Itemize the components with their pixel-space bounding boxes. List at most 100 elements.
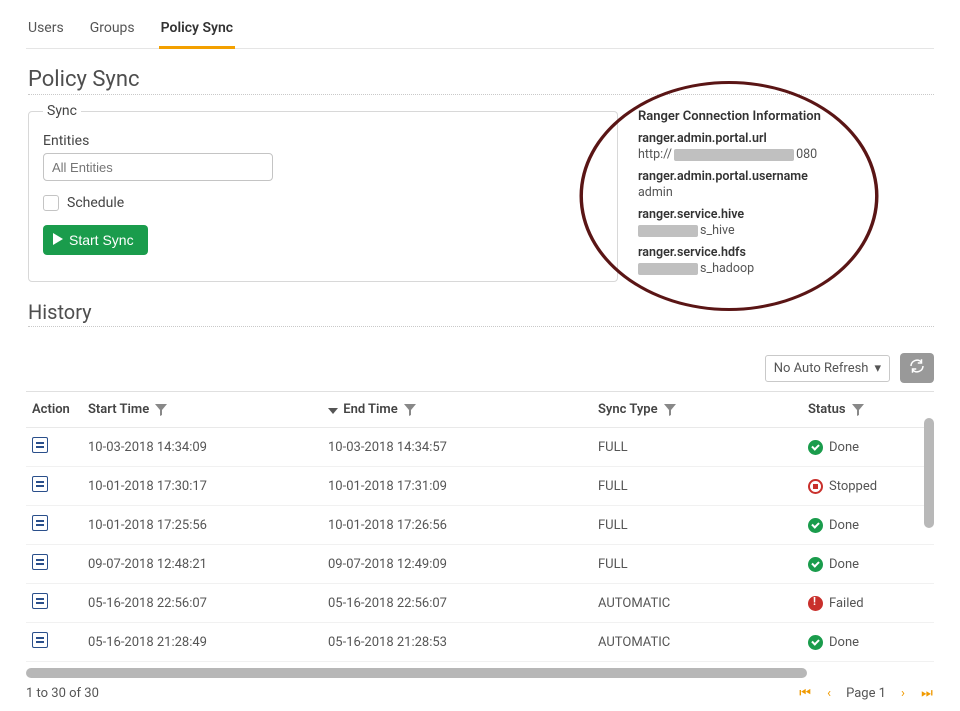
table-row: 10-01-2018 17:30:1710-01-2018 17:31:09FU…	[26, 467, 934, 506]
cell-end-time: 05-16-2018 22:56:07	[322, 584, 592, 623]
history-title: History	[28, 300, 934, 327]
status-stopped-icon	[808, 479, 823, 494]
entities-input[interactable]	[43, 153, 273, 181]
top-tabs: Users Groups Policy Sync	[26, 10, 934, 49]
redacted-icon	[674, 149, 794, 161]
entities-label: Entities	[43, 133, 603, 149]
table-row: 10-01-2018 17:25:5610-01-2018 17:26:56FU…	[26, 506, 934, 545]
status-text: Done	[829, 518, 859, 533]
horizontal-scrollbar[interactable]	[26, 668, 807, 678]
schedule-label: Schedule	[67, 195, 124, 211]
status-text: Done	[829, 557, 859, 572]
cell-start-time: 05-16-2018 22:56:07	[82, 584, 322, 623]
filter-icon	[155, 404, 167, 416]
table-row: 10-03-2018 14:34:0910-03-2018 14:34:57FU…	[26, 428, 934, 467]
cell-start-time: 10-03-2018 14:34:09	[82, 428, 322, 467]
filter-icon	[664, 404, 676, 416]
details-icon[interactable]	[32, 593, 48, 609]
cell-status: Failed	[808, 596, 928, 611]
refresh-button[interactable]	[900, 353, 934, 383]
cell-start-time: 09-07-2018 12:48:21	[82, 545, 322, 584]
cell-status: Done	[808, 635, 928, 650]
cell-sync-type: FULL	[592, 428, 802, 467]
details-icon[interactable]	[32, 632, 48, 648]
cell-end-time: 10-01-2018 17:31:09	[322, 467, 592, 506]
col-sync-type[interactable]: Sync Type	[592, 392, 802, 428]
hive-key: ranger.service.hive	[638, 207, 930, 222]
table-header-row: Action Start Time End Time Sync Type	[26, 392, 934, 428]
cell-start-time: 05-16-2018 21:28:49	[82, 623, 322, 662]
tab-users[interactable]: Users	[26, 14, 66, 48]
redacted-icon	[638, 225, 698, 237]
table-row: 05-16-2018 22:56:0705-16-2018 22:56:07AU…	[26, 584, 934, 623]
portal-url-value: http:// 080	[638, 147, 930, 162]
ranger-info-panel: Ranger Connection Information ranger.adm…	[634, 103, 934, 282]
refresh-icon	[908, 357, 926, 379]
cell-sync-type: FULL	[592, 467, 802, 506]
pager-summary: 1 to 30 of 30	[26, 686, 99, 701]
hive-value: s_hive	[638, 223, 930, 238]
auto-refresh-label: No Auto Refresh	[774, 361, 869, 376]
status-done-icon	[808, 440, 823, 455]
cell-end-time: 10-03-2018 14:34:57	[322, 428, 592, 467]
vertical-scrollbar[interactable]	[924, 418, 934, 528]
sort-desc-icon	[328, 405, 338, 415]
details-icon[interactable]	[32, 437, 48, 453]
cell-start-time: 10-01-2018 17:25:56	[82, 506, 322, 545]
cell-sync-type: AUTOMATIC	[592, 623, 802, 662]
table-row: 09-07-2018 12:48:2109-07-2018 12:49:09FU…	[26, 545, 934, 584]
tab-groups[interactable]: Groups	[88, 14, 137, 48]
sync-legend: Sync	[43, 103, 81, 119]
page-title: Policy Sync	[28, 67, 934, 95]
redacted-icon	[638, 263, 698, 275]
pager-next-button[interactable]: ›	[896, 687, 910, 701]
cell-sync-type: FULL	[592, 545, 802, 584]
pager-prev-button[interactable]: ‹	[822, 687, 836, 701]
chevron-down-icon: ▾	[874, 361, 881, 376]
filter-icon	[404, 404, 416, 416]
ranger-info-heading: Ranger Connection Information	[638, 109, 930, 124]
portal-user-key: ranger.admin.portal.username	[638, 169, 930, 184]
details-icon[interactable]	[32, 476, 48, 492]
cell-status: Done	[808, 440, 928, 455]
portal-url-key: ranger.admin.portal.url	[638, 131, 930, 146]
cell-status: Stopped	[808, 479, 928, 494]
cell-sync-type: FULL	[592, 506, 802, 545]
play-icon	[53, 232, 63, 248]
cell-sync-type: AUTOMATIC	[592, 584, 802, 623]
status-text: Stopped	[829, 479, 877, 494]
cell-end-time: 10-01-2018 17:26:56	[322, 506, 592, 545]
status-text: Failed	[829, 596, 864, 611]
pager-page-label: Page 1	[846, 686, 886, 701]
cell-end-time: 05-16-2018 21:28:53	[322, 623, 592, 662]
history-toolbar: No Auto Refresh ▾	[26, 353, 934, 383]
pager: 1 to 30 of 30 ⏮ ‹ Page 1 › ⏭	[26, 686, 934, 701]
cell-end-time: 09-07-2018 12:49:09	[322, 545, 592, 584]
portal-user-value: admin	[638, 185, 930, 200]
col-start-time[interactable]: Start Time	[82, 392, 322, 428]
col-end-time[interactable]: End Time	[322, 392, 592, 428]
pager-last-button[interactable]: ⏭	[920, 687, 934, 701]
status-failed-icon	[808, 596, 823, 611]
history-table: Action Start Time End Time Sync Type	[26, 391, 934, 662]
start-sync-button[interactable]: Start Sync	[43, 225, 148, 255]
cell-status: Done	[808, 518, 928, 533]
filter-icon	[852, 404, 864, 416]
col-status[interactable]: Status	[802, 392, 934, 428]
start-sync-label: Start Sync	[69, 232, 134, 248]
status-done-icon	[808, 557, 823, 572]
col-action[interactable]: Action	[26, 392, 82, 428]
status-text: Done	[829, 440, 859, 455]
status-done-icon	[808, 635, 823, 650]
details-icon[interactable]	[32, 515, 48, 531]
schedule-checkbox[interactable]	[43, 195, 59, 211]
tab-policy-sync[interactable]: Policy Sync	[159, 14, 235, 49]
cell-status: Done	[808, 557, 928, 572]
status-done-icon	[808, 518, 823, 533]
pager-first-button[interactable]: ⏮	[798, 687, 812, 701]
status-text: Done	[829, 635, 859, 650]
details-icon[interactable]	[32, 554, 48, 570]
auto-refresh-select[interactable]: No Auto Refresh ▾	[765, 355, 890, 382]
sync-panel: Sync Entities Schedule Start Sync	[28, 103, 618, 282]
table-row: 05-16-2018 21:28:4905-16-2018 21:28:53AU…	[26, 623, 934, 662]
